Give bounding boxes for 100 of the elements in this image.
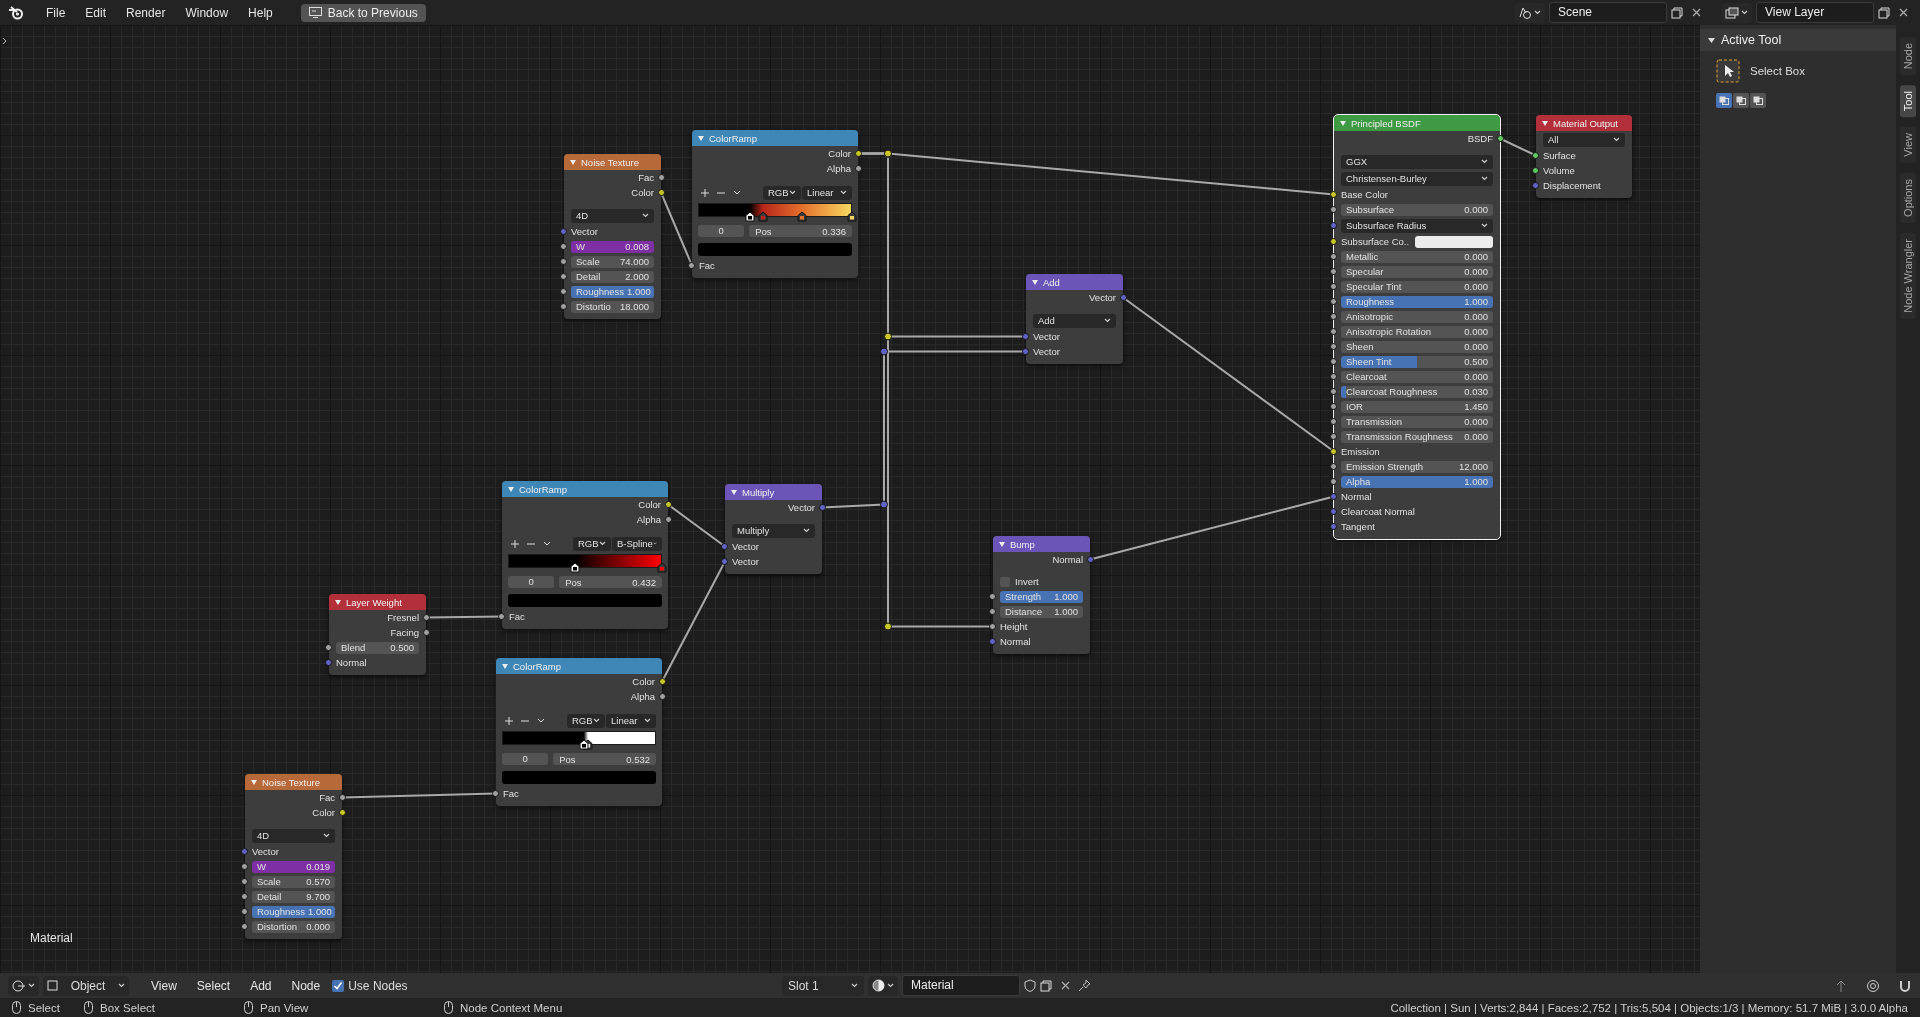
menu-item[interactable]: Select: [188, 975, 239, 996]
value-slider[interactable]: Strength 1.000: [1000, 590, 1083, 603]
dropdown[interactable]: RGB: [573, 536, 611, 551]
dropdown[interactable]: All: [1543, 132, 1625, 147]
node-header[interactable]: Bump: [993, 536, 1090, 552]
value-slider[interactable]: Roughness 1.000: [571, 285, 654, 298]
dropdown[interactable]: RGB: [763, 185, 801, 200]
value-slider[interactable]: Specular 0.000: [1341, 265, 1493, 278]
value-slider[interactable]: Scale 74.000: [571, 255, 654, 268]
value-slider[interactable]: Transmission 0.000: [1341, 415, 1493, 428]
dropdown[interactable]: B-Spline: [612, 536, 662, 551]
socket-label: Fac: [638, 172, 654, 183]
socket-label: Fac: [699, 260, 715, 271]
dropdown[interactable]: Christensen-Burley: [1341, 171, 1493, 186]
value-slider[interactable]: Alpha 1.000: [1341, 475, 1493, 488]
value-slider[interactable]: Transmission Roughness 0.000: [1341, 430, 1493, 443]
value-slider[interactable]: Roughness 1.000: [1341, 295, 1493, 308]
back-button[interactable]: Back to Previous: [300, 3, 426, 22]
position-field[interactable]: Pos 0.432: [559, 576, 662, 588]
value-slider[interactable]: Distortio 18.000: [571, 300, 654, 313]
value-slider[interactable]: Clearcoat Roughness 0.030: [1341, 385, 1493, 398]
menu-item[interactable]: Window: [177, 2, 237, 23]
value-slider[interactable]: Blend 0.500: [336, 641, 419, 654]
value-slider[interactable]: Anisotropic Rotation 0.000: [1341, 325, 1493, 338]
dropdown[interactable]: Linear: [606, 713, 656, 728]
value-slider[interactable]: Sheen Tint 0.500: [1341, 355, 1493, 368]
scene-field[interactable]: Scene: [1549, 2, 1667, 23]
value-slider[interactable]: Scale 0.570: [252, 875, 335, 888]
node-title: ColorRamp: [519, 483, 568, 495]
value-slider[interactable]: Detail 2.000: [571, 270, 654, 283]
material-label: Material: [30, 931, 73, 945]
socket-label: Vector: [732, 556, 759, 567]
node-header[interactable]: Layer Weight: [329, 594, 426, 610]
dropdown[interactable]: 4D: [252, 828, 335, 843]
node-header[interactable]: Material Output: [1536, 115, 1632, 131]
position-field[interactable]: Pos 0.532: [553, 753, 656, 765]
panel-title[interactable]: Active Tool: [1721, 33, 1782, 47]
checkbox-label: Use Nodes: [348, 978, 408, 993]
menu-item[interactable]: Node: [283, 975, 329, 996]
socket-label: Subsurface Co..: [1341, 236, 1410, 247]
value-slider[interactable]: Sheen 0.000: [1341, 340, 1493, 353]
number-field[interactable]: 0: [502, 753, 549, 765]
value-slider[interactable]: Metallic 0.000: [1341, 250, 1493, 263]
value-slider[interactable]: Clearcoat 0.000: [1341, 370, 1493, 383]
socket-label: Volume: [1543, 165, 1575, 176]
value-slider[interactable]: Emission Strength 12.000: [1341, 460, 1493, 473]
value-slider[interactable]: Roughness 1.000: [252, 905, 335, 918]
dropdown[interactable]: Linear: [802, 185, 852, 200]
node-header[interactable]: Noise Texture: [245, 774, 342, 790]
dropdown[interactable]: Multiply: [732, 523, 815, 538]
sidebar-tab[interactable]: View: [1900, 127, 1916, 164]
node-title: Multiply: [742, 486, 775, 498]
slot-dropdown[interactable]: Slot 1: [782, 975, 864, 996]
socket-label: Displacement: [1543, 180, 1601, 191]
menu-item[interactable]: File: [38, 2, 74, 23]
value-slider[interactable]: W 0.019: [252, 860, 335, 873]
dropdown[interactable]: 4D: [571, 208, 654, 223]
menu-item[interactable]: Edit: [77, 2, 115, 23]
number-field[interactable]: 0: [508, 576, 555, 588]
socket-label: Alpha: [826, 163, 851, 174]
object-dropdown[interactable]: Object: [43, 975, 129, 996]
socket-label: Fac: [503, 788, 519, 799]
node-header[interactable]: ColorRamp: [496, 658, 662, 674]
node-header[interactable]: Multiply: [725, 484, 822, 500]
value-slider[interactable]: IOR 1.450: [1341, 400, 1493, 413]
dropdown[interactable]: Subsurface Radius: [1341, 218, 1493, 233]
dropdown[interactable]: Add: [1033, 313, 1116, 328]
socket-label: Vector: [1033, 331, 1060, 342]
node-header[interactable]: Noise Texture: [564, 154, 661, 170]
dropdown[interactable]: GGX: [1341, 154, 1493, 169]
node-header[interactable]: ColorRamp: [692, 130, 858, 146]
node-title: ColorRamp: [513, 660, 562, 672]
number-field[interactable]: 0: [698, 225, 745, 237]
value-slider[interactable]: Distance 1.000: [1000, 605, 1083, 618]
position-field[interactable]: Pos 0.336: [749, 225, 852, 237]
value-slider[interactable]: Distortion 0.000: [252, 920, 335, 933]
value-slider[interactable]: W 0.008: [571, 240, 654, 253]
sidebar-tab[interactable]: Node: [1900, 37, 1916, 76]
socket-label: Alpha: [636, 514, 661, 525]
value-slider[interactable]: Detail 9.700: [252, 890, 335, 903]
value-slider[interactable]: Anisotropic 0.000: [1341, 310, 1493, 323]
dropdown[interactable]: RGB: [567, 713, 605, 728]
sidebar-tab[interactable]: Node Wrangler: [1900, 233, 1916, 319]
node-header[interactable]: ColorRamp: [502, 481, 668, 497]
node-header[interactable]: Principled BSDF: [1334, 115, 1500, 131]
menu-item[interactable]: Add: [242, 975, 280, 996]
view-layer-field[interactable]: View Layer: [1756, 2, 1874, 23]
sidebar-tab[interactable]: Options: [1900, 173, 1916, 224]
socket-label: BSDF: [1467, 133, 1493, 144]
node-header[interactable]: Add: [1026, 274, 1123, 290]
menu-item[interactable]: Render: [118, 2, 174, 23]
value-slider[interactable]: Subsurface 0.000: [1341, 203, 1493, 216]
value-slider[interactable]: Specular Tint 0.000: [1341, 280, 1493, 293]
sidebar-tab[interactable]: Tool: [1900, 85, 1916, 118]
node-title: Layer Weight: [346, 596, 402, 608]
material-field[interactable]: Material: [902, 975, 1020, 996]
status-hint: Box Select: [100, 1001, 155, 1014]
menu-item[interactable]: View: [143, 975, 185, 996]
menu-item[interactable]: Help: [240, 2, 281, 23]
socket-label: Emission: [1341, 446, 1380, 457]
